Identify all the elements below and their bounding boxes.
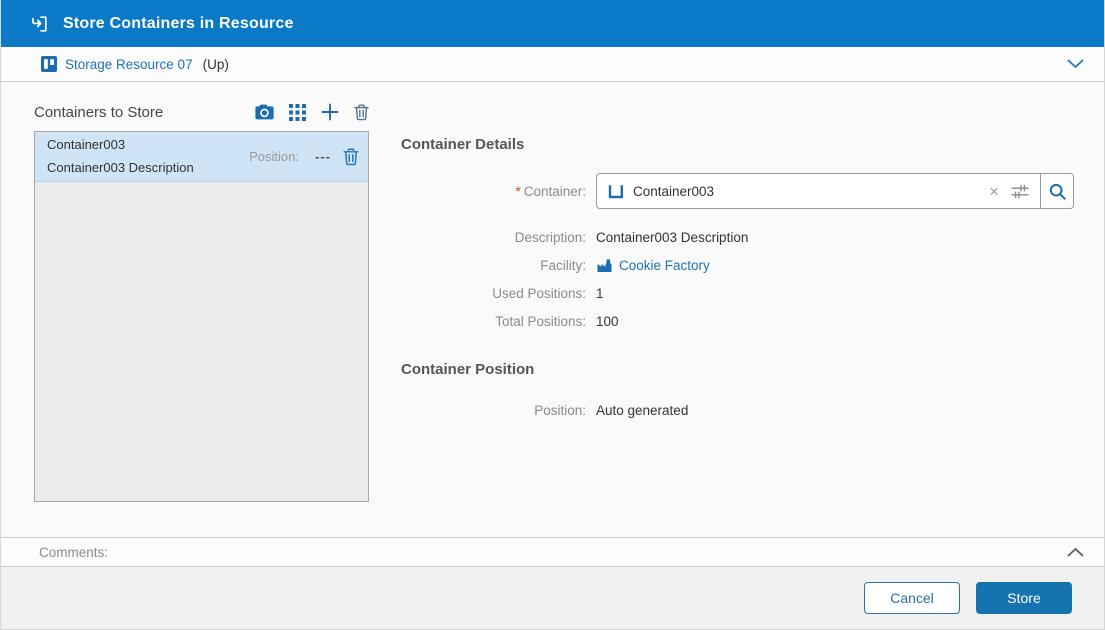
container-item-description: Container003 Description bbox=[47, 157, 249, 179]
item-position-label: Position: bbox=[249, 149, 299, 164]
used-positions-value: 1 bbox=[596, 286, 1074, 301]
resource-direction: (Up) bbox=[203, 57, 229, 72]
containers-panel: Containers to Store bbox=[34, 100, 369, 537]
container-lookup-field[interactable]: × bbox=[597, 174, 1040, 208]
position-value: Auto generated bbox=[596, 403, 1074, 418]
store-button[interactable]: Store bbox=[976, 582, 1072, 614]
facility-row: Facility: Cookie Factory bbox=[401, 251, 1074, 279]
container-input[interactable] bbox=[633, 184, 978, 199]
add-container-button[interactable] bbox=[321, 103, 339, 121]
total-positions-label: Total Positions: bbox=[401, 314, 586, 329]
dialog-body: Containers to Store bbox=[1, 82, 1104, 537]
dialog-title: Store Containers in Resource bbox=[63, 15, 294, 33]
grid-view-button[interactable] bbox=[289, 104, 306, 121]
total-positions-value: 100 bbox=[596, 314, 1074, 329]
clear-field-icon[interactable]: × bbox=[987, 183, 1001, 200]
dialog-footer: Cancel Store bbox=[1, 567, 1104, 629]
store-into-icon bbox=[29, 14, 49, 34]
container-field-label: *Container: bbox=[401, 184, 586, 199]
chevron-down-icon[interactable] bbox=[1067, 59, 1084, 69]
facility-link[interactable]: Cookie Factory bbox=[619, 258, 710, 273]
delete-containers-button[interactable] bbox=[354, 104, 369, 121]
scan-camera-button[interactable] bbox=[255, 104, 274, 120]
containers-panel-title: Containers to Store bbox=[34, 104, 255, 121]
description-value: Container003 Description bbox=[596, 230, 1074, 245]
used-positions-row: Used Positions: 1 bbox=[401, 279, 1074, 307]
containers-panel-header: Containers to Store bbox=[34, 100, 369, 124]
container-position-title: Container Position bbox=[401, 361, 1074, 378]
description-label: Description: bbox=[401, 230, 586, 245]
remove-item-trash-icon[interactable] bbox=[343, 148, 359, 166]
containers-list: Container003 Container003 Description Po… bbox=[34, 131, 369, 502]
container-item-text: Container003 Container003 Description bbox=[47, 134, 249, 178]
used-positions-label: Used Positions: bbox=[401, 286, 586, 301]
resource-name-link[interactable]: Storage Resource 07 bbox=[65, 57, 193, 72]
position-row: Position: Auto generated bbox=[401, 396, 1074, 424]
details-rows: Description: Container003 Description Fa… bbox=[401, 223, 1074, 335]
container-icon bbox=[607, 183, 624, 200]
container-details-title: Container Details bbox=[401, 136, 1074, 153]
dialog-titlebar: Store Containers in Resource bbox=[1, 0, 1104, 47]
required-marker: * bbox=[515, 184, 520, 199]
search-button[interactable] bbox=[1040, 174, 1073, 208]
total-positions-row: Total Positions: 100 bbox=[401, 307, 1074, 335]
store-containers-dialog: Store Containers in Resource Storage Res… bbox=[0, 0, 1105, 630]
container-item-name: Container003 bbox=[47, 134, 249, 156]
container-list-item-selected[interactable]: Container003 Container003 Description Po… bbox=[35, 132, 368, 182]
position-label: Position: bbox=[401, 403, 586, 418]
facility-label: Facility: bbox=[401, 258, 586, 273]
item-position-value: --- bbox=[315, 149, 331, 164]
container-field-row: *Container: × bbox=[401, 173, 1074, 209]
description-row: Description: Container003 Description bbox=[401, 223, 1074, 251]
cancel-button[interactable]: Cancel bbox=[864, 582, 960, 614]
chevron-up-icon[interactable] bbox=[1067, 547, 1084, 557]
details-panel: Container Details *Container: bbox=[369, 100, 1074, 537]
comments-label: Comments: bbox=[39, 545, 1067, 560]
container-lookup: × bbox=[596, 173, 1074, 209]
storage-resource-icon bbox=[41, 56, 57, 72]
resource-bar: Storage Resource 07 (Up) bbox=[1, 47, 1104, 82]
comments-section-header[interactable]: Comments: bbox=[1, 537, 1104, 567]
advanced-lookup-sliders-icon[interactable] bbox=[1010, 183, 1030, 200]
factory-icon bbox=[596, 258, 613, 273]
